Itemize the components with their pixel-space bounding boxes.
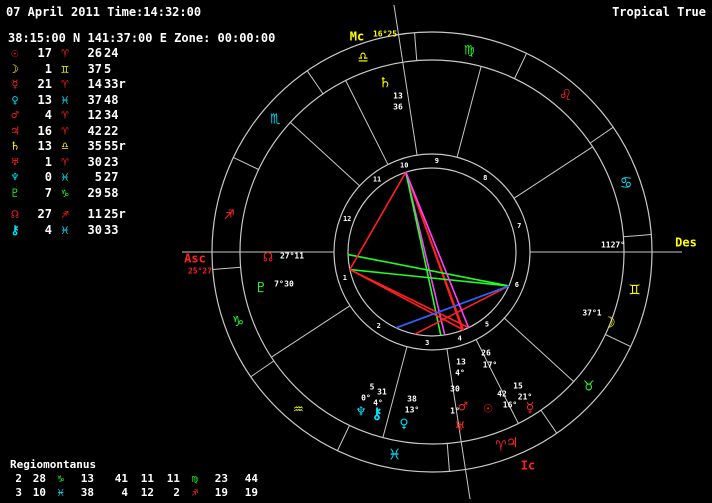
ascendant-label: Asc bbox=[184, 252, 206, 266]
zodiac-sign-icon: ♊ bbox=[629, 279, 640, 299]
planet-position-label: 42 bbox=[497, 390, 507, 399]
house-cusp-line bbox=[345, 80, 389, 165]
planet-position-label: 7° bbox=[274, 280, 284, 289]
sign-boundary-line bbox=[306, 70, 324, 95]
zodiac-sign-icon: ♌ bbox=[561, 85, 571, 105]
house-number: 1 bbox=[343, 274, 347, 282]
sign-boundary-line bbox=[605, 334, 631, 347]
planet-icon: ☊ bbox=[263, 248, 272, 266]
house-cusp-line bbox=[393, 4, 418, 156]
zodiac-sign-icon: ♑ bbox=[233, 311, 244, 331]
midheaven-label: Mc bbox=[350, 30, 364, 44]
planet-position-label: 4° bbox=[373, 399, 383, 408]
planet-icon: ♆ bbox=[356, 403, 365, 421]
planet-icon: ♇ bbox=[256, 279, 265, 297]
zodiac-sign-icon: ♏ bbox=[270, 108, 280, 128]
house-number: 11 bbox=[373, 175, 381, 183]
house-number: 4 bbox=[458, 335, 462, 343]
house-number: 5 bbox=[485, 321, 489, 329]
zodiac-sign-icon: ♒ bbox=[293, 399, 303, 419]
aspect-line bbox=[395, 285, 510, 329]
sign-boundary-line bbox=[446, 443, 450, 472]
sign-boundary-line bbox=[514, 53, 527, 79]
planet-position-label: 17° bbox=[483, 361, 497, 370]
sign-boundary-line bbox=[337, 425, 350, 451]
sign-boundary-line bbox=[414, 32, 418, 61]
sign-boundary-line bbox=[540, 409, 558, 434]
house-ring-inner bbox=[347, 167, 517, 337]
sign-boundary-line bbox=[623, 234, 652, 238]
house-number: 10 bbox=[400, 161, 408, 169]
house-cusp-line bbox=[513, 146, 593, 199]
planet-icon: ♂ bbox=[458, 398, 467, 416]
planet-icon: ♄ bbox=[380, 74, 389, 92]
natal-chart-wheel: ♑♒♓ ♈♉♊♋♌♍♎♏♐ 123456789101112 Mc 16°25Asc2… bbox=[182, 4, 697, 500]
zodiac-sign-icon: ♓ bbox=[390, 445, 400, 465]
zodiac-sign-icon: ♐ bbox=[224, 205, 234, 225]
descendant-degree: 1127° bbox=[601, 241, 625, 250]
planet-position-label: 13° bbox=[405, 406, 419, 415]
planet-position-label: 1° bbox=[450, 407, 460, 416]
sign-boundary-line bbox=[589, 126, 614, 144]
planet-position-label: 13 bbox=[393, 92, 403, 101]
house-cusp-line bbox=[456, 66, 482, 158]
planet-position-label: 36 bbox=[393, 103, 403, 112]
imum-coeli-label: Ic bbox=[521, 459, 535, 473]
planet-position-label: 31 bbox=[377, 388, 387, 397]
house-number: 12 bbox=[343, 215, 351, 223]
zodiac-sign-icon: ♍ bbox=[464, 39, 474, 59]
sign-boundary-line bbox=[250, 360, 275, 378]
planet-position-label: 38 bbox=[407, 395, 417, 404]
planet-position-label: 30 bbox=[450, 385, 460, 394]
descendant-label: Des bbox=[675, 236, 697, 250]
house-number: 9 bbox=[435, 157, 439, 165]
zodiac-sign-icon: ♎ bbox=[358, 48, 368, 68]
house-number: 7 bbox=[517, 222, 521, 230]
planet-icon: ☽ bbox=[606, 314, 615, 332]
planet-position-label: 30 bbox=[284, 280, 294, 289]
house-cusp-line bbox=[289, 122, 361, 187]
house-number: 6 bbox=[515, 281, 519, 289]
planet-position-label: 13 bbox=[456, 358, 466, 367]
planet-position-label: 0° bbox=[361, 394, 371, 403]
planet-position-label: 4° bbox=[455, 369, 465, 378]
sign-boundary-line bbox=[212, 266, 241, 270]
planet-position-label: 15 bbox=[513, 382, 523, 391]
sign-boundary-line bbox=[233, 157, 259, 170]
planet-position-label: 37°1 bbox=[582, 309, 601, 318]
planet-position-label: 5 bbox=[370, 383, 375, 392]
planet-position-label: 16° bbox=[503, 401, 517, 410]
zodiac-sign-icon: ♉ bbox=[584, 376, 594, 396]
zodiac-sign-icon: ♈ bbox=[496, 436, 507, 456]
house-ring-outer bbox=[333, 153, 531, 351]
ascendant-degree: 25°27 bbox=[188, 267, 212, 276]
planet-icon: ♅ bbox=[455, 418, 464, 436]
planet-icon: ☉ bbox=[483, 399, 492, 417]
planet-position-label: 26 bbox=[481, 349, 491, 358]
planet-position-label: 21° bbox=[518, 393, 532, 402]
house-number: 2 bbox=[377, 322, 381, 330]
planet-icon: ♃ bbox=[507, 434, 516, 452]
planet-position-label: 27°11 bbox=[280, 252, 304, 261]
planet-icon: ♀ bbox=[399, 415, 408, 433]
house-cusp-line bbox=[503, 317, 575, 382]
midheaven-degree: 16°25 bbox=[373, 30, 397, 39]
zodiac-sign-icon: ♋ bbox=[621, 173, 631, 193]
house-cusp-line bbox=[271, 305, 351, 358]
house-number: 8 bbox=[483, 174, 487, 182]
house-number: 3 bbox=[425, 339, 429, 347]
